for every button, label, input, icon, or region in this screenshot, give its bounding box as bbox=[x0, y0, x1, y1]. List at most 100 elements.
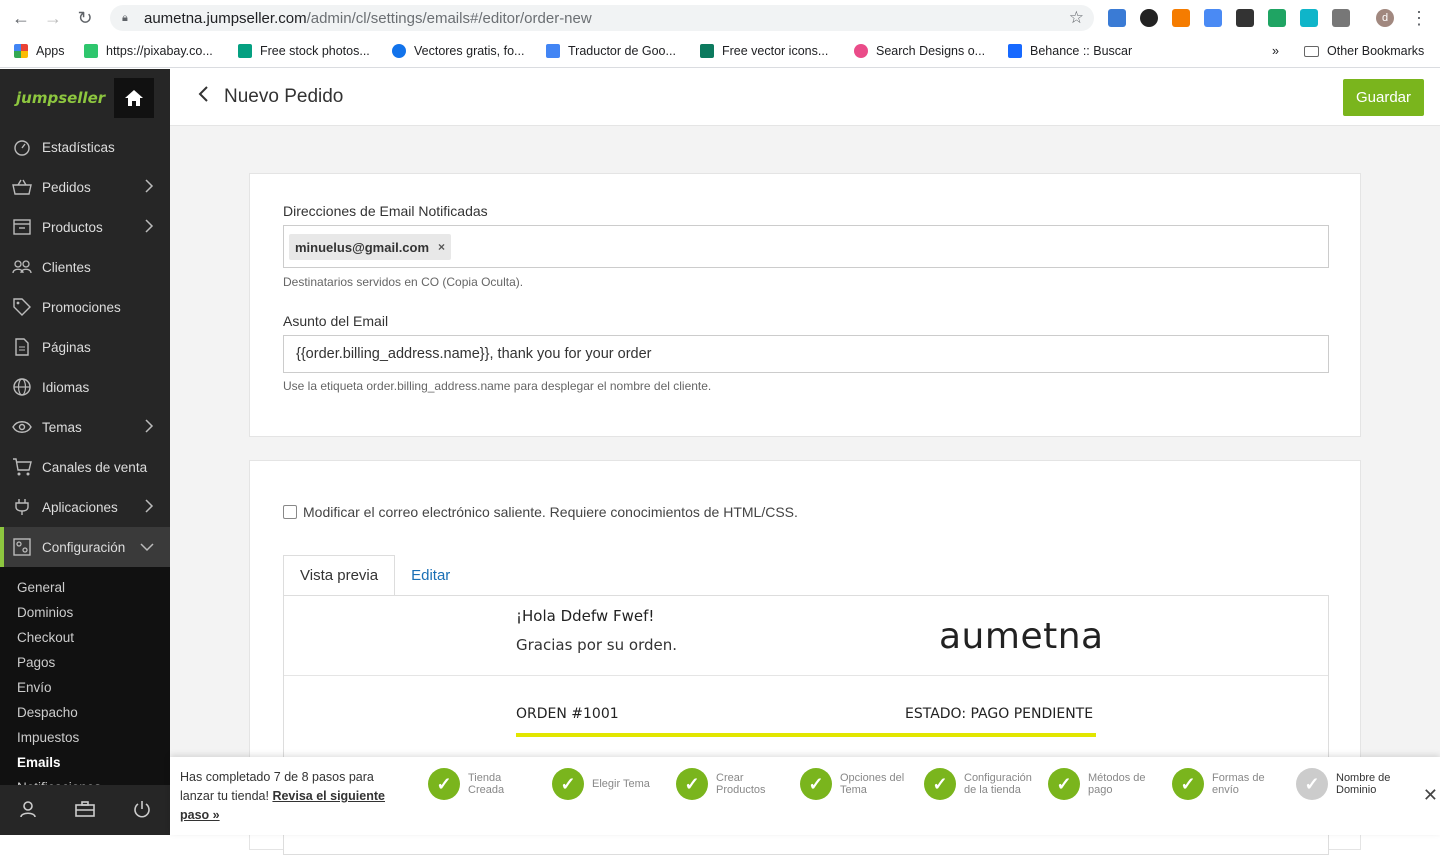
eye-icon bbox=[12, 418, 32, 436]
email-settings-card: Direcciones de Email Notificadas minuelu… bbox=[249, 173, 1361, 437]
bookmark-star-icon[interactable]: ☆ bbox=[1069, 8, 1084, 28]
home-button[interactable] bbox=[114, 78, 154, 118]
onboarding-step[interactable]: ✓ Opciones del Tema bbox=[800, 768, 910, 800]
remove-email-icon[interactable]: × bbox=[438, 240, 445, 254]
divider bbox=[284, 675, 1328, 676]
submenu-item-dominios[interactable]: Dominios bbox=[0, 600, 170, 625]
home-icon bbox=[125, 90, 143, 106]
onboarding-step[interactable]: ✓ Tienda Creada bbox=[428, 768, 538, 800]
thanks-text: Gracias por su orden. bbox=[516, 636, 678, 654]
config-submenu: General Dominios Checkout Pagos Envío Despach… bbox=[0, 567, 170, 785]
bookmark-item[interactable]: Search Designs o... bbox=[854, 44, 985, 58]
sidebar-item-clientes[interactable]: Clientes bbox=[0, 247, 170, 287]
url-host: aumetna.jumpseller.com bbox=[144, 9, 307, 27]
sidebar-item-pedidos[interactable]: Pedidos bbox=[0, 167, 170, 207]
extension-icon[interactable] bbox=[1108, 9, 1126, 27]
sidebar-item-p-ginas[interactable]: Páginas bbox=[0, 327, 170, 367]
progress-message: Has completado 7 de 8 pasos para lanzar … bbox=[180, 768, 410, 825]
reload-icon[interactable]: ↻ bbox=[74, 7, 96, 29]
check-icon: ✓ bbox=[1296, 768, 1328, 800]
bookmark-item[interactable]: Vectores gratis, fo... bbox=[392, 44, 524, 58]
bookmark-label: Free stock photos... bbox=[260, 44, 370, 58]
profile-avatar[interactable]: d bbox=[1376, 9, 1394, 27]
submenu-item-despacho[interactable]: Despacho bbox=[0, 700, 170, 725]
other-bookmarks[interactable]: Other Bookmarks bbox=[1304, 44, 1424, 58]
emails-input[interactable]: minuelus@gmail.com × bbox=[283, 225, 1329, 268]
extension-icon[interactable] bbox=[1172, 9, 1190, 27]
modify-email-option[interactable]: Modificar el correo electrónico saliente… bbox=[283, 504, 798, 520]
back-chevron-icon[interactable] bbox=[198, 85, 210, 109]
extension-icon[interactable] bbox=[1140, 9, 1158, 27]
modify-email-checkbox[interactable] bbox=[283, 505, 297, 519]
submenu-item-checkout[interactable]: Checkout bbox=[0, 625, 170, 650]
close-icon[interactable]: ✕ bbox=[1423, 785, 1438, 806]
tab-preview[interactable]: Vista previa bbox=[283, 555, 396, 596]
tabs: Vista previa Editar bbox=[283, 555, 466, 596]
bookmark-item[interactable]: Behance :: Buscar bbox=[1008, 44, 1132, 58]
onboarding-step[interactable]: ✓ Nombre de Dominio bbox=[1296, 768, 1406, 800]
chevron-right-icon bbox=[144, 179, 154, 196]
sidebar-item-idiomas[interactable]: Idiomas bbox=[0, 367, 170, 407]
onboarding-step[interactable]: ✓ Formas de envío bbox=[1172, 768, 1282, 800]
onboarding-step[interactable]: ✓ Métodos de pago bbox=[1048, 768, 1158, 800]
bookmark-label: Traductor de Goo... bbox=[568, 44, 676, 58]
cart-icon bbox=[12, 458, 32, 476]
email-chip-text: minuelus@gmail.com bbox=[295, 239, 430, 255]
onboarding-step[interactable]: ✓ Crear Productos bbox=[676, 768, 786, 800]
bookmark-label: Behance :: Buscar bbox=[1030, 44, 1133, 58]
google-translate-icon bbox=[546, 44, 560, 58]
sidebar-item-aplicaciones[interactable]: Aplicaciones bbox=[0, 487, 170, 527]
sidebar-item-productos[interactable]: Productos bbox=[0, 207, 170, 247]
submenu-item-impuestos[interactable]: Impuestos bbox=[0, 725, 170, 750]
save-button[interactable]: Guardar bbox=[1342, 79, 1424, 116]
check-icon: ✓ bbox=[428, 768, 460, 800]
globe-icon bbox=[12, 378, 32, 396]
tab-edit[interactable]: Editar bbox=[395, 555, 466, 596]
chevron-right-icon bbox=[144, 219, 154, 236]
extension-icon[interactable] bbox=[1332, 9, 1350, 27]
sidebar-item-label: Configuración bbox=[42, 539, 126, 555]
extension-icon[interactable] bbox=[1268, 9, 1286, 27]
extension-icon[interactable] bbox=[1204, 9, 1222, 27]
sidebar-item-configuraci-n[interactable]: Configuración bbox=[0, 527, 170, 567]
browser-menu-icon[interactable]: ⋮ bbox=[1408, 7, 1430, 29]
submenu-item-emails[interactable]: Emails bbox=[0, 750, 170, 775]
submenu-item-notificaciones[interactable]: Notificaciones bbox=[0, 775, 170, 785]
bookmarks-overflow[interactable]: » bbox=[1272, 44, 1279, 58]
chevron-down-icon bbox=[140, 539, 154, 555]
briefcase-icon[interactable] bbox=[75, 800, 95, 822]
sidebar-item-estad-sticas[interactable]: Estadísticas bbox=[0, 127, 170, 167]
power-icon[interactable] bbox=[133, 800, 151, 823]
emails-label: Direcciones de Email Notificadas bbox=[283, 203, 488, 219]
forward-arrow-icon[interactable]: → bbox=[42, 7, 64, 29]
sidebar-item-promociones[interactable]: Promociones bbox=[0, 287, 170, 327]
page-title: Nuevo Pedido bbox=[224, 86, 344, 107]
bookmark-item[interactable]: Apps bbox=[14, 44, 65, 58]
jumpseller-logo[interactable]: jumpseller bbox=[16, 89, 105, 107]
sidebar-item-canales-de-venta[interactable]: Canales de venta bbox=[0, 447, 170, 487]
onboarding-step[interactable]: ✓ Elegir Tema bbox=[552, 768, 662, 800]
submenu-item-general[interactable]: General bbox=[0, 575, 170, 600]
user-icon[interactable] bbox=[19, 800, 37, 823]
gauge-icon bbox=[12, 138, 32, 156]
email-chip: minuelus@gmail.com × bbox=[289, 234, 452, 260]
submenu-item-pagos[interactable]: Pagos bbox=[0, 650, 170, 675]
subject-input[interactable]: {{order.billing_address.name}}, thank yo… bbox=[283, 335, 1329, 373]
back-arrow-icon[interactable]: ← bbox=[10, 7, 32, 29]
settings-icon bbox=[12, 538, 32, 556]
extension-icon[interactable] bbox=[1300, 9, 1318, 27]
onboarding-step[interactable]: ✓ Configuración de la tienda bbox=[924, 768, 1034, 800]
bookmark-item[interactable]: https://pixabay.co... bbox=[84, 44, 213, 58]
dribbble-icon bbox=[854, 44, 868, 58]
modify-email-label: Modificar el correo electrónico saliente… bbox=[303, 504, 798, 520]
bookmark-item[interactable]: Free vector icons... bbox=[700, 44, 828, 58]
address-bar[interactable]: 🔒︎ aumetna.jumpseller.com/admin/cl/setti… bbox=[110, 5, 1094, 31]
bookmark-item[interactable]: Traductor de Goo... bbox=[546, 44, 676, 58]
flaticon-icon bbox=[700, 44, 714, 58]
extension-icon[interactable] bbox=[1236, 9, 1254, 27]
bookmark-item[interactable]: Free stock photos... bbox=[238, 44, 370, 58]
order-divider-line bbox=[516, 733, 1096, 737]
basket-icon bbox=[12, 178, 32, 196]
sidebar-item-temas[interactable]: Temas bbox=[0, 407, 170, 447]
submenu-item-env-o[interactable]: Envío bbox=[0, 675, 170, 700]
